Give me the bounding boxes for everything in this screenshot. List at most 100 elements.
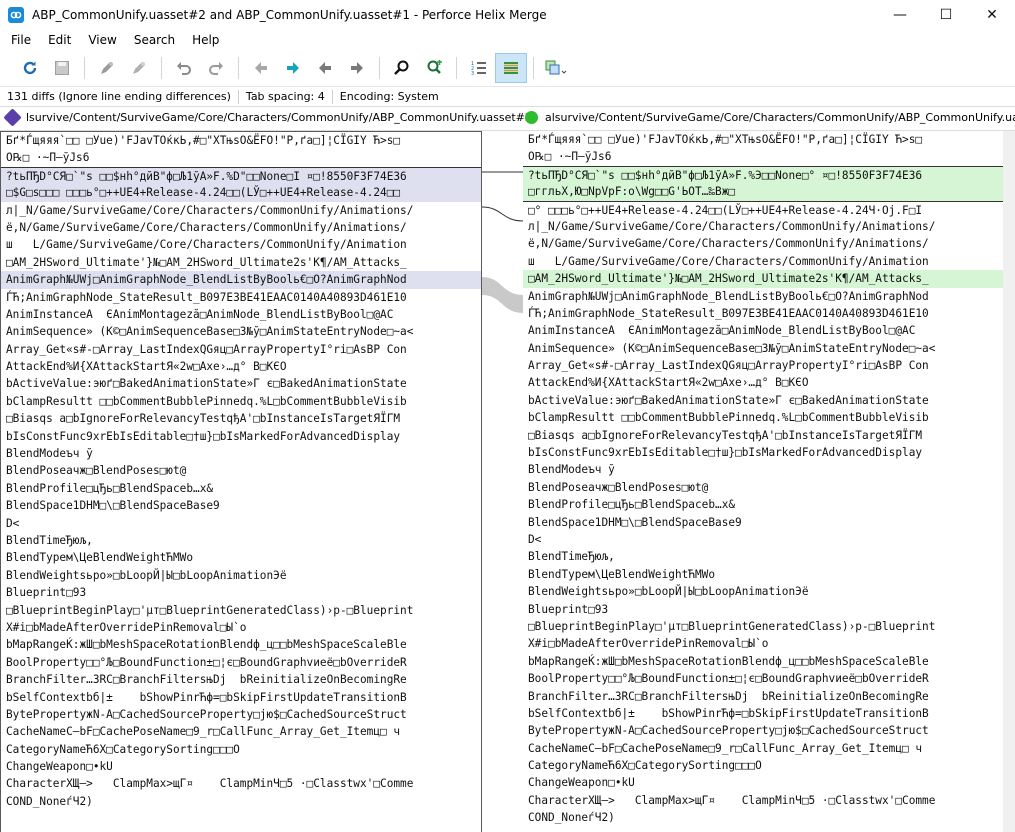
code-line: BranchFilter…ЗRC□BranchFiltersњDj bReini… <box>528 689 929 703</box>
title-bar: ABP_CommonUnify.uasset#2 and ABP_CommonU… <box>0 0 1015 30</box>
next-diff-icon[interactable] <box>277 53 309 83</box>
find-icon[interactable] <box>386 53 418 83</box>
pencil-alt-icon[interactable] <box>123 53 155 83</box>
code-line: ш L/Game/SurviveGame/Core/Characters/Com… <box>6 238 407 252</box>
code-line: BlendPoseaчж□BlendPoses□юt@ <box>528 480 709 494</box>
code-line: bClampResultt □□bCommentBubblePinnedq.%L… <box>528 411 929 425</box>
code-line: □Biasqs а□bIgnoreForRelevancyTestqђА'□bI… <box>6 412 401 426</box>
window-title: ABP_CommonUnify.uasset#2 and ABP_CommonU… <box>32 8 547 22</box>
code-line: bActiveValue:эюґ□BakedAnimationState»Г є… <box>528 393 929 407</box>
code-line: ё,N/Game/SurviveGame/Core/Characters/Com… <box>6 220 407 234</box>
code-line: D< <box>528 532 542 546</box>
next-change-icon[interactable] <box>341 53 373 83</box>
toolbar-separator <box>84 57 85 79</box>
maximize-button[interactable]: ☐ <box>923 0 969 30</box>
code-line: BlendWeightsьро»□bLoopЙ|Ы□bLoopAnimation… <box>528 585 809 599</box>
pencil-icon[interactable] <box>91 53 123 83</box>
code-line: BlendTimeЂюљ, <box>6 533 93 547</box>
code-line: bMapRangeЌ:жШ□bMeshSpaceRotationBlendф_ц… <box>528 654 929 668</box>
left-revision-badge-icon <box>3 108 22 127</box>
code-line: Array_Get«s#-□Array_LastIndexQGяц□ArrayP… <box>528 359 929 373</box>
code-line: □$G□s□□□ □□□ь°□++UE4+Release-4.24□□(LЎ□+… <box>1 184 481 202</box>
code-line: ЃЋ;AnimGraphNode_StateResult_B097E3BE41E… <box>6 290 407 304</box>
menu-edit[interactable]: Edit <box>37 33 77 47</box>
code-line: □BlueprintBeginPlay□'μт□BlueprintGenerat… <box>6 603 414 617</box>
menu-help[interactable]: Help <box>181 33 225 47</box>
code-line: BoolProperty□□°Љ□BoundFunction±□¦є□Bound… <box>6 655 407 669</box>
code-line: Array_Get«s#-□Array_LastIndexQGяц□ArrayP… <box>6 342 407 356</box>
code-line: ЃЋ;AnimGraphNode_StateResult_B097E3BE41E… <box>528 306 929 320</box>
code-line: AttackEnd%И{XAttackStartЯ«2w□Axe›…д° B□K… <box>6 360 287 374</box>
code-line: Blueprint□93 <box>6 586 87 600</box>
app-logo-icon <box>8 7 24 23</box>
code-line: AnimSequence» (K©□AnimSequenceBase□3№ў□A… <box>528 341 936 355</box>
code-line: BytePropertyжN-A□CachedSourceProperty□jю… <box>6 707 407 721</box>
toolbar-separator <box>238 57 239 79</box>
left-path-text: lsurvive/Content/SurviveGame/Core/Charac… <box>26 111 532 124</box>
code-line: CharacterXЩ–> ClampMax>щГ¤ ClampMinЧ□5 ·… <box>528 793 936 807</box>
code-line: CategoryNameЋ6X□CategorySorting□□□O <box>528 759 762 773</box>
code-line: □BlueprintBeginPlay□'μт□BlueprintGenerat… <box>528 619 936 633</box>
code-line: BlendModeъч ў <box>6 447 93 461</box>
save-icon[interactable] <box>46 53 78 83</box>
code-line: л|_N/Game/SurviveGame/Core/Characters/Co… <box>528 219 936 233</box>
diff-connector-gutter <box>482 131 523 832</box>
code-line: BlendTypeм\ЦeBlendWeightЋMWo <box>528 567 716 581</box>
left-file-path: lsurvive/Content/SurviveGame/Core/Charac… <box>3 108 532 127</box>
code-line: bActiveValue:эюґ□BakedAnimationState»Г є… <box>6 377 407 391</box>
vertical-scrollbar[interactable] <box>1003 131 1015 832</box>
close-button[interactable]: ✕ <box>969 0 1015 30</box>
toolbar-separator <box>161 57 162 79</box>
prev-change-icon[interactable] <box>309 53 341 83</box>
diff-count: 131 diffs (Ignore line ending difference… <box>0 89 239 104</box>
right-diff-pane[interactable]: Бґ*Ѓщяяя`□□ □Уue)'FJavTОќкЬ,#□"XTњsО&ЁFО… <box>523 131 1003 832</box>
code-line: BranchFilter…ЗRC□BranchFiltersњDj bReini… <box>6 673 407 687</box>
code-line: □AM_2HSword_Ultimate'}№□AM_2HSword_Ultim… <box>6 255 407 269</box>
code-line: BlendWeightsьро»□bLoopЙ|Ы□bLoopAnimation… <box>6 568 287 582</box>
code-line: BlendPoseaчж□BlendPoses□юt@ <box>6 464 187 478</box>
diff-lines-icon[interactable] <box>495 53 527 83</box>
code-line: bSelfContextbб|± bShowPinrЋф=□bSkipFirst… <box>6 690 407 704</box>
menu-bar: File Edit View Search Help <box>0 30 1015 50</box>
code-line: CategoryNameЋ6X□CategorySorting□□□O <box>6 742 240 756</box>
redo-icon[interactable] <box>200 53 232 83</box>
svg-text:3: 3 <box>471 71 474 77</box>
code-line: AnimSequence» (K©□AnimSequenceBase□3№ў□A… <box>6 325 414 339</box>
tab-spacing[interactable]: Tab spacing: 4 <box>239 89 333 104</box>
menu-view[interactable]: View <box>77 33 122 47</box>
code-line: AnimGraph№UWj□AnimGraphNode_BlendListByB… <box>1 271 481 289</box>
find-next-icon[interactable] <box>418 53 450 83</box>
encoding[interactable]: Encoding: System <box>333 90 446 104</box>
code-line: BoolProperty□□°Љ□BoundFunction±□¦є□Bound… <box>528 672 929 686</box>
line-numbers-icon[interactable]: 123 <box>463 53 495 83</box>
code-line: X#i□bMadeAfterOverridePinRemoval□Ы`o <box>528 637 769 651</box>
code-line: D< <box>6 516 20 530</box>
code-line: □AM_2HSword_Ultimate'}№□AM_2HSword_Ultim… <box>523 270 1003 288</box>
menu-file[interactable]: File <box>0 33 37 47</box>
compare-icon[interactable] <box>540 53 572 83</box>
code-line: ?tьПЂD°СЯ□`"s □□$нh°дйВ"ф□Љ1ўА»F.%D"□□No… <box>1 166 481 185</box>
code-line: BlendProfile□цЂь□BlendSpaceb…x& <box>528 498 736 512</box>
code-line: л|_N/Game/SurviveGame/Core/Characters/Co… <box>6 203 414 217</box>
code-line: BlendTimeЂюљ, <box>528 550 615 564</box>
toolbar: 123 <box>0 50 1015 86</box>
code-line: ChangeWeapon□•kU <box>528 776 635 790</box>
minimize-button[interactable]: — <box>877 0 923 30</box>
menu-search[interactable]: Search <box>123 33 181 47</box>
toolbar-separator <box>533 57 534 79</box>
code-line: Бґ*Ѓщяяя`□□ □Уue)'FJavTОќкЬ,#□"XTњsО&ЁFО… <box>528 133 923 146</box>
code-line: X#i□bMadeAfterOverridePinRemoval□Ы`o <box>6 620 247 634</box>
code-line: bMapRangeЌ:жШ□bMeshSpaceRotationBlendф_ц… <box>6 638 407 652</box>
code-line: BlendTypeм\ЦeBlendWeightЋMWo <box>6 551 194 565</box>
code-line: CacheNameC—bF□CachePoseName□9_r□CallFunc… <box>6 725 401 739</box>
left-diff-pane[interactable]: Бґ*Ѓщяяя`□□ □Уue)'FJavTОќкЬ,#□"XTњsО&ЁFО… <box>0 131 482 832</box>
code-line: □° □□□ь°□++UE4+Release-4.24□□(LЎ□++UE4+R… <box>523 200 1003 218</box>
code-line: bIsConstFunc9хrЕbIsEditable□†ш}□bIsMarke… <box>6 429 401 443</box>
code-line: BytePropertyжN-A□CachedSourceProperty□jю… <box>528 724 929 738</box>
code-line: BlendSpace1DHМ□\□BlendSpaceBase9 <box>528 515 742 529</box>
code-line: AttackEnd%И{XAttackStartЯ«2w□Axe›…д° B□K… <box>528 376 809 390</box>
undo-icon[interactable] <box>168 53 200 83</box>
refresh-icon[interactable] <box>14 53 46 83</box>
code-line: CacheNameC—bF□CachePoseName□9_r□CallFunc… <box>528 741 923 755</box>
prev-diff-icon[interactable] <box>245 53 277 83</box>
